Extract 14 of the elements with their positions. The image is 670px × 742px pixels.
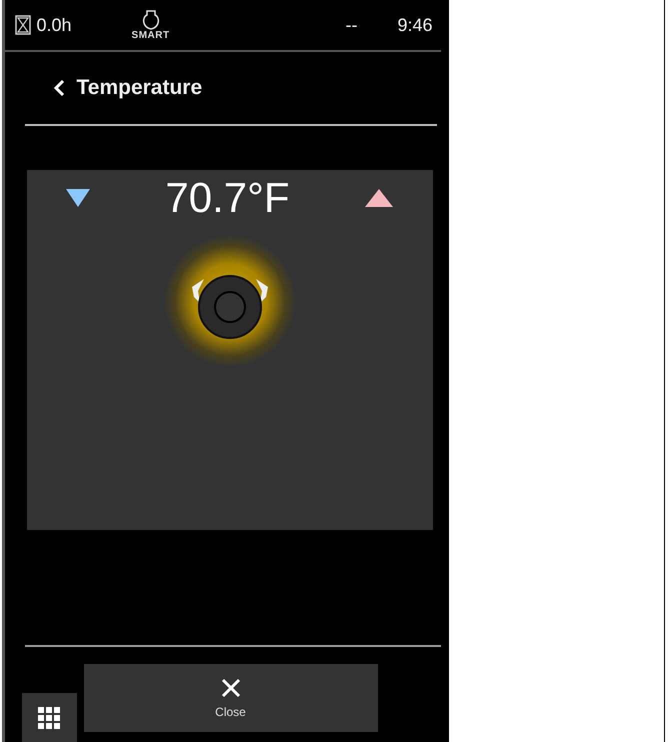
increase-icon[interactable] (364, 187, 394, 209)
close-icon (220, 677, 242, 699)
decrease-icon[interactable] (64, 187, 90, 209)
timer-text: 0.0h (36, 14, 72, 36)
apps-button[interactable] (22, 693, 76, 742)
close-button[interactable]: Close (84, 664, 378, 732)
hourglass-icon (14, 15, 30, 35)
back-icon[interactable] (52, 79, 64, 97)
page-title: Temperature (76, 76, 202, 100)
temperature-value: 70.7°F (165, 174, 290, 222)
clock-text: 9:46 (397, 14, 432, 36)
grid-icon (37, 706, 61, 730)
signal-text: -- (345, 14, 358, 36)
mode-label: SMART (132, 30, 170, 40)
